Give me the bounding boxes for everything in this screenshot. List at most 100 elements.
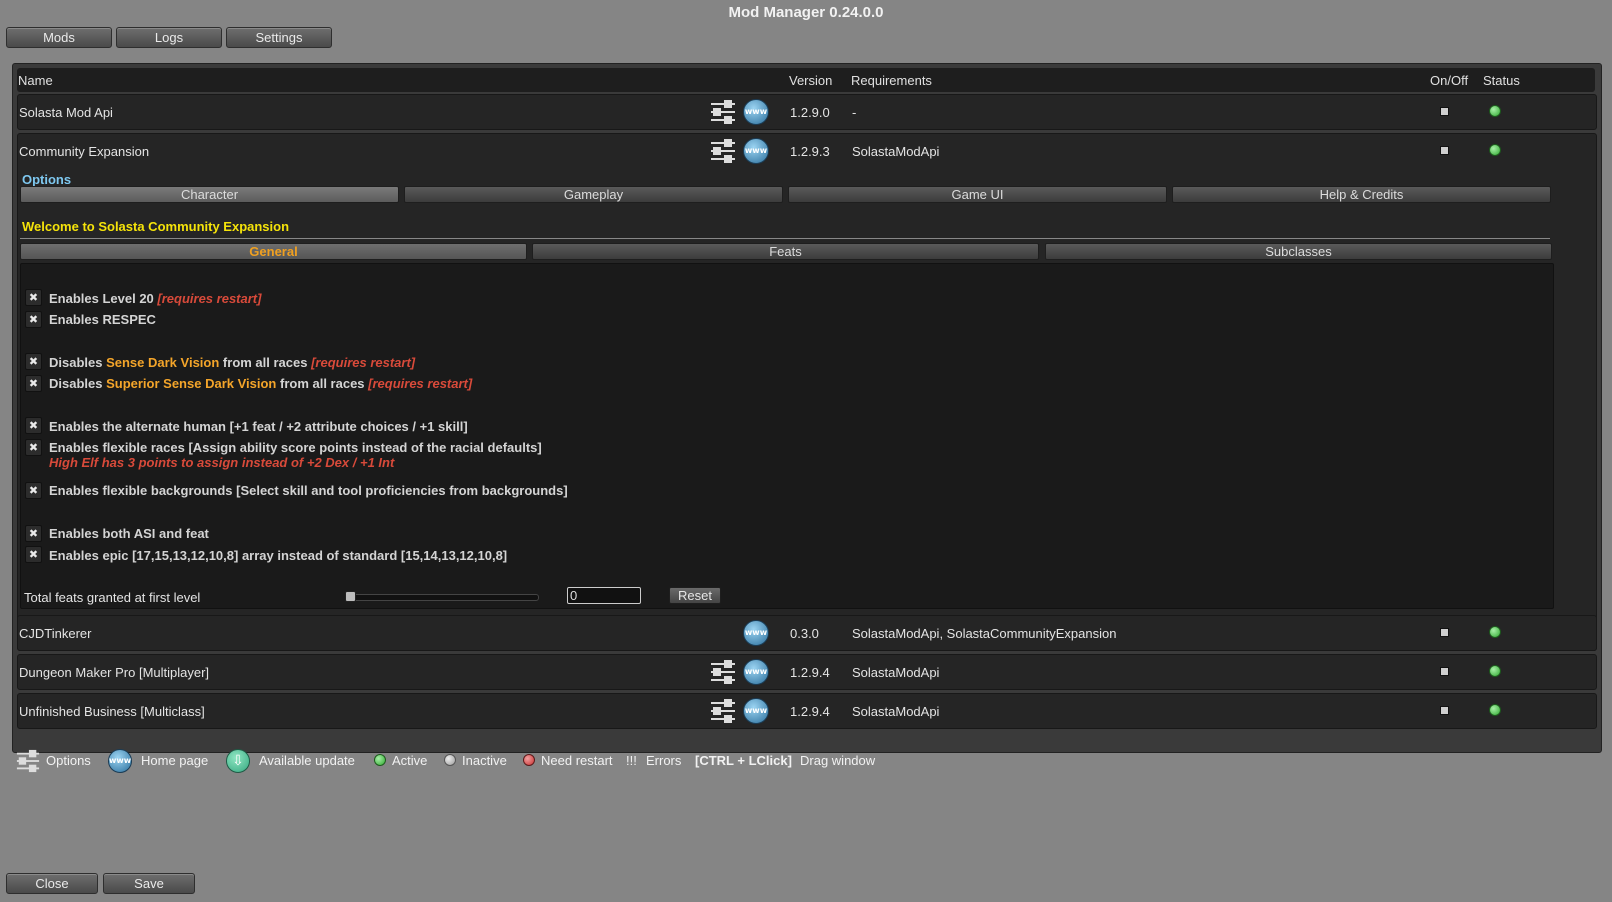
table-header: Name Version Requirements On/Off Status [17, 68, 1595, 92]
tab-settings[interactable]: Settings [226, 27, 332, 48]
mod-row-dungeon-maker-pro[interactable]: Dungeon Maker Pro [Multiplayer] www 1.2.… [17, 654, 1597, 690]
setting-highlight: Superior Sense Dark Vision [106, 376, 277, 391]
requires-restart-note: [requires restart] [311, 355, 416, 370]
subtab-general[interactable]: General [20, 243, 527, 260]
setting-highlight: Sense Dark Vision [106, 355, 220, 370]
status-active-icon [1489, 144, 1501, 156]
download-icon: ⇩ [226, 749, 250, 773]
subtab-feats[interactable]: Feats [532, 243, 1039, 260]
setting-text-pre: Disables [49, 376, 107, 391]
setting-superior-sense-dark-vision: Disables Superior Sense Dark Vision from… [49, 376, 472, 391]
header-requirements: Requirements [851, 73, 932, 88]
toggle-asi-and-feat[interactable]: ✖ [25, 525, 42, 542]
feats-slider-label: Total feats granted at first level [24, 590, 201, 605]
home-page-globe-icon[interactable]: www [743, 659, 769, 685]
home-page-globe-icon[interactable]: www [743, 620, 769, 646]
legend-inactive-label: Inactive [462, 753, 507, 768]
toggle-level20[interactable]: ✖ [25, 289, 42, 306]
mod-row-cjdtinkerer[interactable]: CJDTinkerer www 0.3.0 SolastaModApi, Sol… [17, 615, 1597, 651]
tab-character[interactable]: Character [20, 186, 399, 203]
mod-name: Unfinished Business [Multiclass] [19, 704, 205, 719]
mod-row-community-expansion[interactable]: Community Expansion www 1.2.9.3 SolastaM… [17, 133, 1597, 651]
setting-flexible-races: Enables flexible races [Assign ability s… [49, 440, 542, 455]
setting-text-pre: Disables [49, 355, 107, 370]
status-active-icon [1489, 105, 1501, 117]
feats-value-input[interactable]: 0 [567, 587, 641, 604]
feats-slider-track[interactable] [345, 594, 539, 601]
errors-mark-icon: !!! [626, 753, 637, 768]
options-sliders-icon[interactable] [710, 698, 736, 724]
mod-enabled-checkbox[interactable] [1440, 667, 1449, 676]
mod-enabled-checkbox[interactable] [1440, 146, 1449, 155]
subtab-subclasses[interactable]: Subclasses [1045, 243, 1552, 260]
mod-row-unfinished-business[interactable]: Unfinished Business [Multiclass] www 1.2… [17, 693, 1597, 729]
options-label: Options [22, 172, 72, 187]
tab-mods[interactable]: Mods [6, 27, 112, 48]
setting-asi-and-feat: Enables both ASI and feat [49, 526, 209, 541]
home-page-globe-icon[interactable]: www [743, 138, 769, 164]
reset-button[interactable]: Reset [669, 587, 721, 604]
feats-slider-thumb[interactable] [345, 591, 356, 602]
toggle-sense-dark-vision[interactable]: ✖ [25, 353, 42, 370]
mod-enabled-checkbox[interactable] [1440, 628, 1449, 637]
window-title: Mod Manager 0.24.0.0 [728, 4, 884, 21]
header-onoff: On/Off [1430, 73, 1469, 88]
legend: Options www Home page ⇩ Available update… [0, 749, 1612, 775]
options-sliders-icon[interactable] [710, 138, 736, 164]
status-active-icon [1489, 665, 1501, 677]
save-button[interactable]: Save [103, 873, 195, 894]
options-sliders-icon[interactable] [710, 99, 736, 125]
tab-game-ui[interactable]: Game UI [788, 186, 1167, 203]
status-active-icon [1489, 704, 1501, 716]
home-page-globe-icon[interactable]: www [743, 99, 769, 125]
mods-panel: Name Version Requirements On/Off Status … [12, 63, 1602, 753]
mod-name: Solasta Mod Api [19, 105, 113, 120]
tab-help-credits[interactable]: Help & Credits [1172, 186, 1551, 203]
options-sliders-icon[interactable] [710, 659, 736, 685]
mod-requirements: SolastaModApi [852, 144, 940, 159]
mod-requirements: SolastaModApi [852, 704, 940, 719]
legend-update-label: Available update [259, 753, 355, 768]
header-status: Status [1483, 73, 1520, 88]
setting-sense-dark-vision: Disables Sense Dark Vision from all race… [49, 355, 415, 370]
setting-level20: Enables Level 20 [requires restart] [49, 291, 261, 306]
mod-enabled-checkbox[interactable] [1440, 107, 1449, 116]
legend-need-restart-label: Need restart [541, 753, 613, 768]
requires-restart-note: [requires restart] [368, 376, 473, 391]
toggle-epic-array[interactable]: ✖ [25, 546, 42, 563]
mod-version: 1.2.9.4 [790, 704, 830, 719]
header-name: Name [18, 73, 53, 88]
legend-options-label: Options [46, 753, 91, 768]
tab-logs[interactable]: Logs [116, 27, 222, 48]
toggle-flexible-races[interactable]: ✖ [25, 439, 42, 456]
home-page-globe-icon[interactable]: www [743, 698, 769, 724]
mod-enabled-checkbox[interactable] [1440, 706, 1449, 715]
mod-row-solasta-mod-api[interactable]: Solasta Mod Api www 1.2.9.0 - [17, 94, 1597, 130]
mod-name: Dungeon Maker Pro [Multiplayer] [19, 665, 210, 680]
legend-active-label: Active [392, 753, 428, 768]
setting-text: Enables Level 20 [49, 291, 154, 306]
setting-alternate-human: Enables the alternate human [+1 feat / +… [49, 419, 468, 434]
toggle-flexible-backgrounds[interactable]: ✖ [25, 482, 42, 499]
need-restart-dot-icon [523, 754, 535, 766]
setting-text-post: from all races [219, 355, 312, 370]
setting-respec: Enables RESPEC [49, 312, 156, 327]
toggle-respec[interactable]: ✖ [25, 311, 42, 328]
legend-errors-label: Errors [646, 753, 682, 768]
mod-requirements: SolastaModApi, SolastaCommunityExpansion [852, 626, 1117, 641]
mod-requirements: - [852, 105, 857, 120]
toggle-superior-sense-dark-vision[interactable]: ✖ [25, 375, 42, 392]
sliders-icon [16, 749, 40, 773]
close-button[interactable]: Close [6, 873, 98, 894]
toggle-alternate-human[interactable]: ✖ [25, 417, 42, 434]
tab-gameplay[interactable]: Gameplay [404, 186, 783, 203]
mod-version: 1.2.9.3 [790, 144, 830, 159]
mod-version: 1.2.9.4 [790, 665, 830, 680]
settings-panel: ✖ Enables Level 20 [requires restart] ✖ … [20, 263, 1554, 609]
status-active-icon [1489, 626, 1501, 638]
legend-shortcut: [CTRL + LClick] [695, 753, 792, 768]
divider [20, 238, 1550, 239]
legend-drag-label: Drag window [800, 753, 876, 768]
mod-version: 0.3.0 [790, 626, 819, 641]
mod-name: CJDTinkerer [19, 626, 92, 641]
